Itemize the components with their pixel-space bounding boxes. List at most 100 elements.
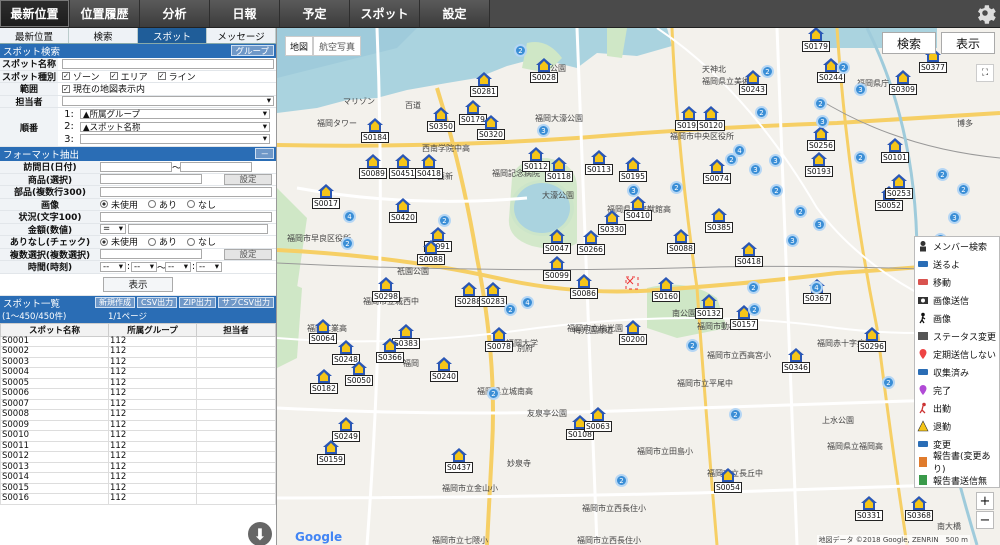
yesno-yes-radio[interactable]: あり xyxy=(148,235,177,248)
spot-marker-icon[interactable] xyxy=(338,417,354,431)
spot-marker-icon[interactable] xyxy=(485,282,501,296)
owner-select[interactable]: ▾ xyxy=(62,96,274,107)
subtab-search[interactable]: 検索 xyxy=(69,28,138,43)
spot-marker-icon[interactable] xyxy=(711,208,727,222)
nav-tab-daily-report[interactable]: 日報 xyxy=(210,0,280,27)
spot-marker-icon[interactable] xyxy=(788,348,804,362)
map-type-satellite[interactable]: 航空写真 xyxy=(313,36,361,56)
spot-marker-icon[interactable] xyxy=(861,496,877,510)
table-row[interactable]: S0008 112 xyxy=(0,409,276,421)
spot-marker-icon[interactable] xyxy=(395,154,411,168)
spot-marker-label[interactable]: S0193 xyxy=(805,166,833,177)
order-3-select[interactable]: ▾ xyxy=(80,134,270,145)
visit-date-to[interactable] xyxy=(180,161,252,172)
spot-marker-icon[interactable] xyxy=(423,240,439,254)
spot-marker-label[interactable]: S0078 xyxy=(485,341,513,352)
spot-marker-icon[interactable] xyxy=(549,229,565,243)
cluster-marker[interactable]: 4 xyxy=(343,210,356,223)
spot-marker-label[interactable]: S0132 xyxy=(695,308,723,319)
time-to-min[interactable]: -- ▾ xyxy=(196,261,222,272)
spot-marker-icon[interactable] xyxy=(604,210,620,224)
spot-marker-icon[interactable] xyxy=(658,277,674,291)
spot-marker-icon[interactable] xyxy=(323,440,339,454)
cluster-marker[interactable]: 2 xyxy=(725,153,738,166)
spot-marker-icon[interactable] xyxy=(745,70,761,84)
table-row[interactable]: S0002 112 xyxy=(0,346,276,358)
spot-name-input[interactable] xyxy=(62,58,274,69)
time-to-hour[interactable]: -- ▾ xyxy=(165,261,191,272)
amount-input[interactable] xyxy=(128,224,268,235)
visit-date-from[interactable] xyxy=(100,161,172,172)
nav-tab-position-history[interactable]: 位置履歴 xyxy=(70,0,140,27)
spot-marker-label[interactable]: S0195 xyxy=(619,171,647,182)
cluster-marker[interactable]: 2 xyxy=(438,214,451,227)
display-button[interactable]: 表示 xyxy=(103,276,173,292)
spot-marker-label[interactable]: S0418 xyxy=(415,168,443,179)
spot-marker-icon[interactable] xyxy=(576,274,592,288)
spot-marker-icon[interactable] xyxy=(316,369,332,383)
spot-marker-label[interactable]: S0377 xyxy=(919,62,947,73)
spot-marker-icon[interactable] xyxy=(315,319,331,333)
table-row[interactable]: S0004 112 xyxy=(0,367,276,379)
cluster-marker[interactable]: 2 xyxy=(957,183,970,196)
spot-marker-label[interactable]: S0157 xyxy=(730,319,758,330)
spot-marker-label[interactable]: S0028 xyxy=(530,72,558,83)
format-collapse-button[interactable]: － xyxy=(255,148,274,160)
cluster-marker[interactable]: 3 xyxy=(537,124,550,137)
spot-marker-icon[interactable] xyxy=(536,58,552,72)
nav-tab-spot[interactable]: スポット xyxy=(350,0,420,27)
spot-marker-label[interactable]: S0089 xyxy=(359,168,387,179)
cluster-marker[interactable]: 2 xyxy=(936,168,949,181)
spot-marker-icon[interactable] xyxy=(421,154,437,168)
spot-marker-label[interactable]: S0182 xyxy=(310,383,338,394)
spot-marker-icon[interactable] xyxy=(590,407,606,421)
cluster-marker[interactable]: 2 xyxy=(341,237,354,250)
nav-tab-analysis[interactable]: 分析 xyxy=(140,0,210,27)
cluster-marker[interactable]: 3 xyxy=(948,211,961,224)
cluster-marker[interactable]: 2 xyxy=(814,97,827,110)
cluster-marker[interactable]: 2 xyxy=(794,205,807,218)
spot-marker-icon[interactable] xyxy=(318,184,334,198)
cluster-marker[interactable]: 3 xyxy=(627,184,640,197)
spot-marker-icon[interactable] xyxy=(382,338,398,352)
status-input[interactable] xyxy=(100,211,272,222)
spot-marker-label[interactable]: S0054 xyxy=(714,482,742,493)
multi-setting-button[interactable]: 設定 xyxy=(224,248,272,260)
spot-marker-icon[interactable] xyxy=(430,227,446,241)
cluster-marker[interactable]: 2 xyxy=(882,376,895,389)
order-2-select[interactable]: ▲スポット名称 ▾ xyxy=(80,121,270,133)
spot-marker-icon[interactable] xyxy=(549,256,565,270)
table-row[interactable]: S0001 112 xyxy=(0,335,276,347)
spot-marker-icon[interactable] xyxy=(741,242,757,256)
spot-marker-icon[interactable] xyxy=(673,229,689,243)
cluster-marker[interactable]: 3 xyxy=(749,163,762,176)
zoom-in-button[interactable]: + xyxy=(976,492,994,510)
cluster-marker[interactable]: 2 xyxy=(854,151,867,164)
spot-marker-label[interactable]: S0298 xyxy=(372,291,400,302)
fullscreen-icon[interactable]: ⛶ xyxy=(976,64,994,82)
spot-marker-icon[interactable] xyxy=(365,154,381,168)
cluster-marker[interactable]: 2 xyxy=(514,44,527,57)
spot-marker-label[interactable]: S0050 xyxy=(345,375,373,386)
table-row[interactable]: S0003 112 xyxy=(0,356,276,368)
spot-marker-label[interactable]: S0451 xyxy=(389,168,417,179)
spot-marker-icon[interactable] xyxy=(630,196,646,210)
image-yes-radio[interactable]: あり xyxy=(148,198,177,211)
zip-export-button[interactable]: ZIP出力 xyxy=(179,296,216,308)
map-search-button[interactable]: 検索 xyxy=(882,32,936,54)
legend-member-search[interactable]: メンバー検索 xyxy=(915,237,999,255)
spot-marker-label[interactable]: S0253 xyxy=(885,188,913,199)
map-display-button[interactable]: 表示 xyxy=(941,32,995,54)
new-create-button[interactable]: 新規作成 xyxy=(95,296,136,308)
sub-csv-export-button[interactable]: サブCSV出力 xyxy=(217,296,274,308)
nav-tab-settings[interactable]: 設定 xyxy=(420,0,490,27)
spot-marker-label[interactable]: S0330 xyxy=(598,224,626,235)
spot-marker-label[interactable]: S0047 xyxy=(543,243,571,254)
spot-marker-icon[interactable] xyxy=(528,147,544,161)
spot-marker-label[interactable]: S0184 xyxy=(361,132,389,143)
spot-marker-icon[interactable] xyxy=(583,230,599,244)
table-row[interactable]: S0015 112 xyxy=(0,482,276,494)
spot-marker-label[interactable]: S0086 xyxy=(570,288,598,299)
range-current-map-checkbox[interactable]: ✓ 現在の地図表示内 xyxy=(62,82,145,95)
spot-marker-label[interactable]: S0113 xyxy=(585,164,613,175)
